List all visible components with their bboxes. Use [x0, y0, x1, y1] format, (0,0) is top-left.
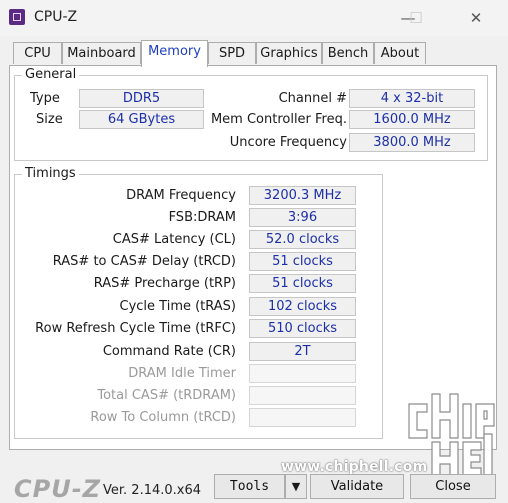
cpuz-footer-logo: CPU-Z: [14, 475, 102, 503]
timing-value: 51 clocks: [249, 252, 356, 271]
general-group-title: General: [22, 67, 80, 83]
timing-label: RAS# to CAS# Delay (tRCD): [52, 254, 236, 269]
mem-controller-freq-value: 1600.0 MHz: [349, 110, 475, 129]
timing-value: 3200.3 MHz: [249, 186, 356, 205]
type-label: Type: [30, 91, 60, 106]
tools-button[interactable]: Tools: [214, 474, 285, 499]
timing-value: 510 clocks: [249, 319, 356, 338]
uncore-frequency-value: 3800.0 MHz: [349, 133, 475, 152]
timing-label: Total CAS# (tRDRAM): [97, 388, 236, 403]
uncore-frequency-label: Uncore Frequency: [229, 135, 347, 150]
version-label: Ver. 2.14.0.x64: [103, 483, 202, 498]
channel-value: 4 x 32-bit: [349, 89, 475, 108]
tab-graphics[interactable]: Graphics: [256, 42, 322, 64]
type-value: DDR5: [79, 89, 204, 108]
tab-cpu[interactable]: CPU: [13, 42, 62, 64]
timing-value: [249, 408, 356, 427]
timing-label: DRAM Idle Timer: [128, 366, 236, 381]
timing-value: 51 clocks: [249, 274, 356, 293]
maximize-button[interactable]: ☐: [404, 8, 428, 28]
timing-value: [249, 386, 356, 405]
timing-label: Row To Column (tRCD): [90, 410, 236, 425]
tools-dropdown-arrow-icon[interactable]: ▼: [285, 474, 307, 499]
timing-label: DRAM Frequency: [126, 188, 236, 203]
cpuz-app-icon: [9, 9, 25, 25]
validate-button[interactable]: Validate: [310, 474, 404, 499]
timing-value: 52.0 clocks: [249, 230, 356, 249]
tab-about[interactable]: About: [374, 42, 426, 64]
title-bar: CPU-Z — ☐ ✕: [0, 0, 508, 36]
close-window-button[interactable]: ✕: [464, 8, 488, 28]
tab-mainboard[interactable]: Mainboard: [62, 42, 141, 64]
tab-spd[interactable]: SPD: [208, 42, 256, 64]
chiphell-watermark-url: www.chiphell.com: [281, 459, 428, 475]
timing-label: FSB:DRAM: [168, 210, 236, 225]
size-value: 64 GBytes: [79, 110, 204, 129]
size-label: Size: [36, 112, 63, 127]
channel-label: Channel #: [278, 91, 347, 106]
timings-group-title: Timings: [22, 166, 79, 182]
timing-label: RAS# Precharge (tRP): [93, 276, 236, 291]
tab-bench[interactable]: Bench: [322, 42, 374, 64]
timing-value: [249, 364, 356, 383]
window-title: CPU-Z: [34, 9, 78, 25]
tab-memory[interactable]: Memory: [141, 40, 208, 67]
general-group: General Type DDR5 Size 64 GBytes Channel…: [14, 67, 488, 161]
timings-group: Timings DRAM Frequency 3200.3 MHz FSB:DR…: [14, 166, 383, 439]
timing-value: 102 clocks: [249, 297, 356, 316]
timing-value: 2T: [249, 342, 356, 361]
timing-label: Row Refresh Cycle Time (tRFC): [35, 321, 236, 336]
timing-label: Command Rate (CR): [102, 344, 236, 359]
close-button[interactable]: Close: [410, 474, 496, 499]
timing-label: CAS# Latency (CL): [112, 232, 236, 247]
mem-controller-freq-label: Mem Controller Freq.: [210, 112, 347, 127]
timing-value: 3:96: [249, 208, 356, 227]
timing-label: Cycle Time (tRAS): [119, 299, 237, 314]
